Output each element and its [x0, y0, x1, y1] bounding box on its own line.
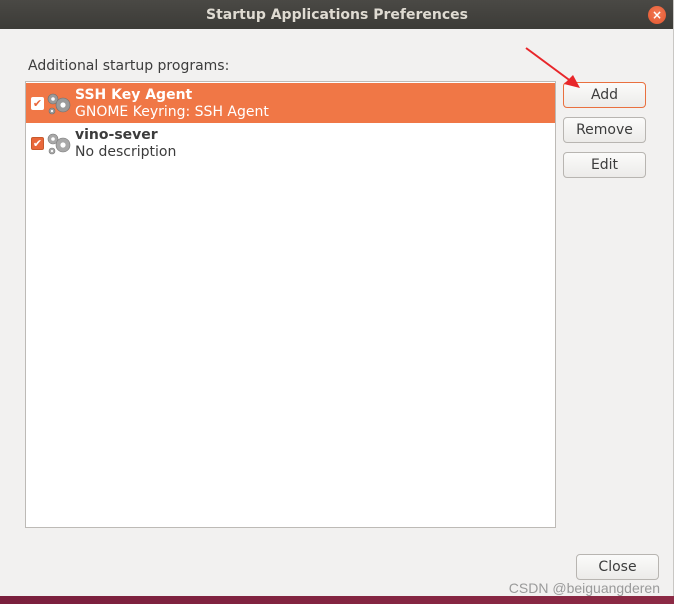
window-title: Startup Applications Preferences: [206, 6, 468, 23]
close-button[interactable]: Close: [576, 554, 659, 580]
watermark: CSDN @beiguangderen: [508, 580, 660, 596]
annotation-arrow-icon: [525, 47, 580, 88]
close-icon[interactable]: ×: [648, 6, 666, 24]
gear-icon: [47, 133, 71, 155]
program-description: No description: [75, 144, 177, 160]
list-item[interactable]: ✔ SSH Key Agent GNOME Keyring: SSH Agent: [26, 83, 555, 123]
program-name: SSH Key Agent: [75, 87, 193, 103]
edit-button[interactable]: Edit: [563, 152, 646, 178]
titlebar: Startup Applications Preferences ×: [0, 0, 673, 29]
startup-applications-window: Startup Applications Preferences × Addit…: [0, 0, 674, 596]
startup-programs-list[interactable]: ✔ SSH Key Agent GNOME Keyring: SSH Agent…: [25, 81, 556, 528]
desktop-background: [0, 596, 674, 604]
enabled-checkbox[interactable]: ✔: [31, 97, 44, 110]
program-name: vino-sever: [75, 127, 158, 143]
remove-button[interactable]: Remove: [563, 117, 646, 143]
gear-icon: [47, 93, 71, 115]
program-description: GNOME Keyring: SSH Agent: [75, 104, 269, 120]
list-label: Additional startup programs:: [28, 58, 230, 74]
enabled-checkbox[interactable]: ✔: [31, 137, 44, 150]
list-item[interactable]: ✔ vino-sever No description: [26, 123, 555, 163]
